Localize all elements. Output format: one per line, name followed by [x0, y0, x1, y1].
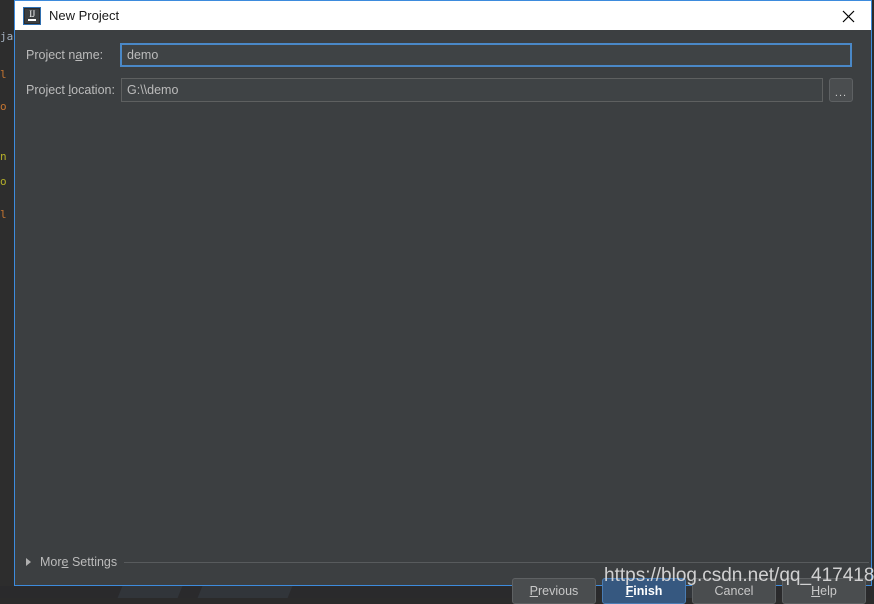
- dialog-button-bar: Previous Finish Cancel Help: [506, 578, 866, 604]
- label-part: Project: [26, 83, 69, 97]
- label-part: Mor: [40, 555, 62, 569]
- chevron-right-icon[interactable]: [26, 558, 31, 566]
- label-mnemonic: H: [811, 584, 821, 598]
- intellij-idea-icon: IJ: [24, 7, 40, 24]
- label-part: me:: [82, 48, 104, 62]
- code-fragment: l: [0, 208, 7, 221]
- project-name-label: Project name:: [26, 48, 118, 62]
- dialog-title-bar: IJ New Project: [15, 0, 871, 30]
- label-part: elp: [820, 584, 837, 598]
- more-settings-row[interactable]: More Settings: [15, 552, 871, 572]
- app-icon-underline: [28, 18, 36, 21]
- code-fragment: o: [0, 175, 7, 188]
- ellipsis-icon: ...: [834, 87, 848, 99]
- close-button[interactable]: [826, 1, 871, 31]
- code-fragment: l: [0, 68, 7, 81]
- label-part: Project n: [26, 48, 76, 62]
- project-location-input[interactable]: [121, 78, 823, 102]
- label-part: Cancel: [714, 584, 754, 598]
- cancel-button[interactable]: Cancel: [692, 578, 776, 604]
- code-fragment: o: [0, 100, 7, 113]
- bg-shape: [197, 586, 293, 598]
- label-mnemonic: P: [529, 584, 539, 598]
- code-fragment: ja: [0, 30, 14, 43]
- more-settings-label[interactable]: More Settings: [40, 555, 117, 569]
- label-part: inish: [633, 584, 663, 598]
- code-fragment: n: [0, 150, 7, 163]
- bg-shape: [117, 586, 183, 598]
- project-name-input[interactable]: [120, 43, 852, 67]
- new-project-dialog: IJ New Project Project name: Project loc…: [14, 0, 872, 604]
- label-part: ocation:: [71, 83, 115, 97]
- project-location-label: Project location:: [26, 83, 118, 97]
- project-location-row: Project location: ...: [15, 78, 871, 102]
- dialog-body: Project name: Project location: ... More…: [15, 30, 871, 604]
- close-icon: [842, 10, 855, 22]
- project-name-row: Project name:: [15, 43, 871, 67]
- help-button[interactable]: Help: [782, 578, 866, 604]
- app-icon-label: IJ: [29, 8, 35, 19]
- label-part: revious: [538, 584, 579, 598]
- label-part: Settings: [68, 555, 118, 569]
- editor-code-strip: ja l o n o l: [0, 0, 15, 598]
- finish-button[interactable]: Finish: [602, 578, 686, 604]
- previous-button[interactable]: Previous: [512, 578, 596, 604]
- browse-location-button[interactable]: ...: [829, 78, 853, 102]
- dialog-title: New Project: [49, 8, 120, 23]
- more-settings-separator: [124, 561, 869, 563]
